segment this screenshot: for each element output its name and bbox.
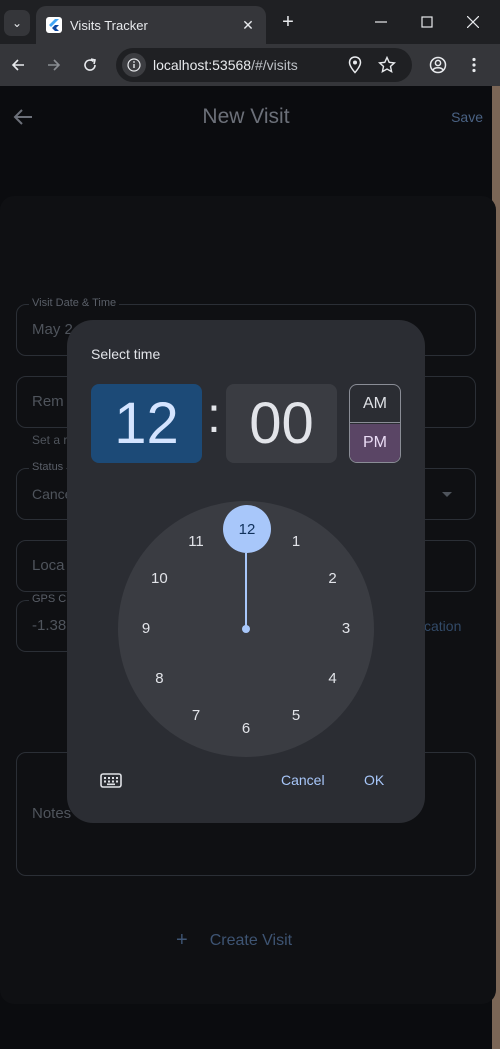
browser-tab[interactable]: Visits Tracker ✕ <box>36 6 266 44</box>
minute-selector[interactable]: 00 <box>226 384 337 463</box>
profile-icon[interactable] <box>425 52 451 78</box>
tab-search-icon[interactable]: ⌄ <box>4 10 30 36</box>
visit-datetime-label: Visit Date & Time <box>29 297 120 309</box>
browser-window: ⌄ Visits Tracker ✕ + localhost:53568/#/v… <box>0 0 500 1049</box>
browser-toolbar: localhost:53568/#/visits <box>0 44 500 86</box>
save-button[interactable]: Save <box>451 109 483 125</box>
clock-number-1[interactable]: 1 <box>281 532 311 552</box>
clock-number-11[interactable]: 11 <box>181 532 211 552</box>
pm-button[interactable]: PM <box>350 424 400 462</box>
clock-number-3[interactable]: 3 <box>331 619 361 639</box>
url-text: localhost:53568/#/visits <box>153 57 298 73</box>
create-visit-label: Create Visit <box>209 931 293 949</box>
app-viewport: New Visit Save Visit Date & Time May 2 R… <box>0 86 500 1049</box>
selected-hour-marker[interactable]: 12 <box>223 505 271 553</box>
page-title: New Visit <box>202 105 290 128</box>
clock-number-2[interactable]: 2 <box>318 569 348 589</box>
clock-number-8[interactable]: 8 <box>144 669 174 689</box>
clock-number-4[interactable]: 4 <box>318 669 348 689</box>
tab-close-icon[interactable]: ✕ <box>236 13 260 37</box>
remarks-placeholder: Rem <box>32 393 64 410</box>
url-path: /#/visits <box>251 57 298 73</box>
time-picker-dialog: Select time 12 : 00 AM PM 12 1 2 3 4 5 6 7 8 9 10… <box>67 320 425 823</box>
forward-icon[interactable] <box>41 52 67 78</box>
notes-placeholder: Notes <box>32 805 72 822</box>
create-visit-button[interactable]: + Create Visit <box>176 929 292 952</box>
time-separator: : <box>207 387 221 443</box>
back-icon[interactable] <box>5 52 31 78</box>
plus-icon: + <box>176 929 188 951</box>
clock-number-7[interactable]: 7 <box>181 706 211 726</box>
close-window-icon[interactable] <box>450 6 496 38</box>
clock-number-6[interactable]: 6 <box>231 719 261 739</box>
clock-number-10[interactable]: 10 <box>144 569 174 589</box>
reload-icon[interactable] <box>77 52 103 78</box>
am-button[interactable]: AM <box>350 385 400 423</box>
ok-button[interactable]: OK <box>364 772 384 788</box>
bookmark-star-icon[interactable] <box>374 52 400 78</box>
tab-strip: ⌄ Visits Tracker ✕ + <box>0 0 500 44</box>
period-toggle: AM PM <box>349 384 401 463</box>
flutter-icon <box>46 17 62 33</box>
site-info-icon[interactable] <box>122 53 146 77</box>
remarks-helper: Set a r <box>32 433 68 447</box>
url-host: localhost:53568 <box>153 57 252 73</box>
status-label: Status <box>29 461 67 473</box>
clock-number-9[interactable]: 9 <box>131 619 161 639</box>
cancel-button[interactable]: Cancel <box>281 772 325 788</box>
location-placeholder: Loca <box>32 557 65 574</box>
tab-title: Visits Tracker <box>70 17 148 33</box>
maximize-icon[interactable] <box>404 6 450 38</box>
gps-label: GPS C <box>29 593 70 605</box>
visit-datetime-value: May 2 <box>32 321 73 338</box>
dialog-title: Select time <box>91 346 161 362</box>
more-menu-icon[interactable] <box>461 52 487 78</box>
gps-value: -1.38 <box>32 617 67 634</box>
hour-selector[interactable]: 12 <box>91 384 202 463</box>
clock-dial[interactable]: 12 1 2 3 4 5 6 7 8 9 10 11 <box>118 501 374 757</box>
minimize-icon[interactable] <box>358 6 404 38</box>
keyboard-icon[interactable] <box>99 770 123 790</box>
dropdown-arrow-icon <box>442 492 452 497</box>
use-location-link[interactable]: cation <box>424 618 461 634</box>
clock-number-5[interactable]: 5 <box>281 706 311 726</box>
new-tab-icon[interactable]: + <box>276 10 300 34</box>
location-pin-icon[interactable] <box>342 52 368 78</box>
